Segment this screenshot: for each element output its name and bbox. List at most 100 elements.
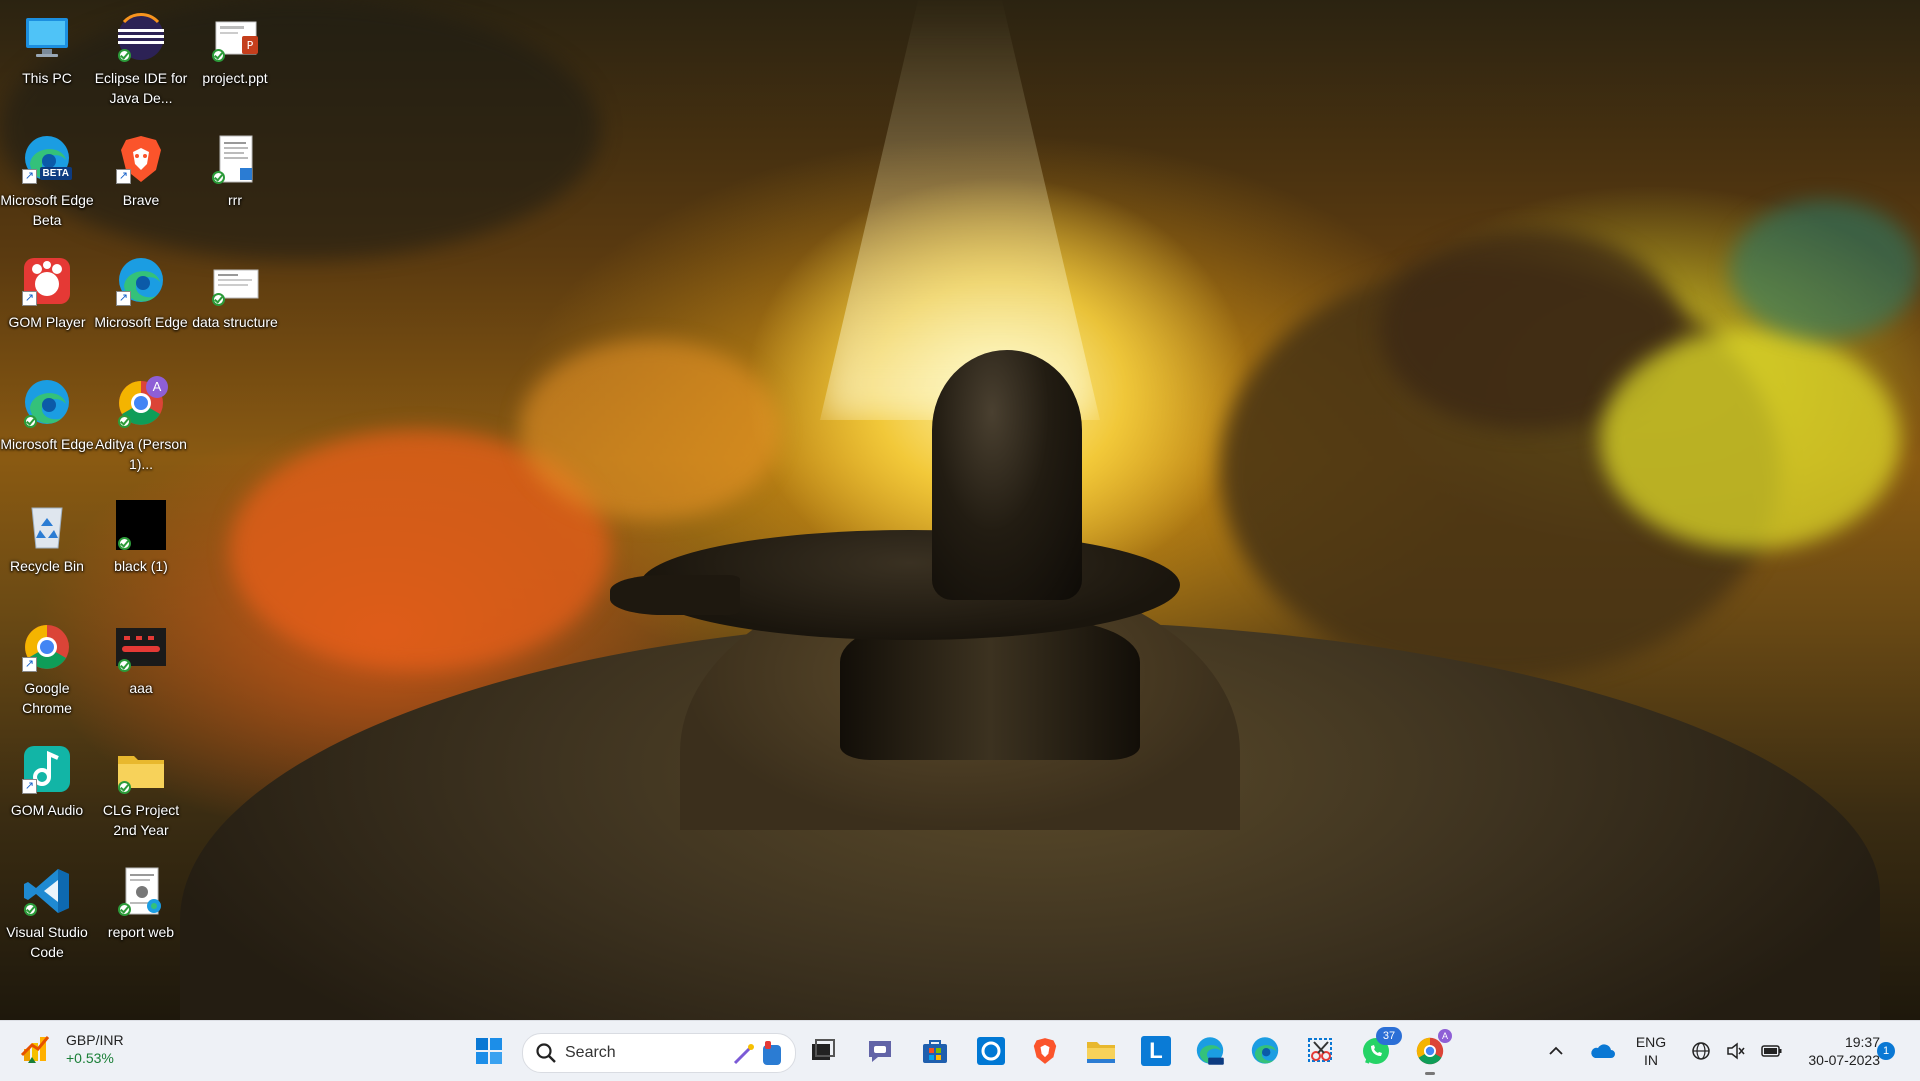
clock-date: 30-07-2023 xyxy=(1808,1052,1880,1068)
icon-label: Eclipse IDE for Java De... xyxy=(94,70,188,106)
edge-beta-icon xyxy=(1196,1037,1224,1065)
sync-status-icon xyxy=(212,171,225,184)
whatsapp-unread-badge: 37 xyxy=(1376,1027,1402,1045)
show-hidden-icons-button[interactable] xyxy=(1542,1031,1570,1071)
eclipse-icon xyxy=(116,12,166,62)
icon-label: Microsoft Edge xyxy=(94,314,188,330)
microsoft-store-button[interactable] xyxy=(915,1031,955,1071)
sync-status-icon xyxy=(212,49,225,62)
task-view-icon xyxy=(812,1039,835,1060)
cortana-icon xyxy=(977,1037,1005,1065)
desktop-icon-vscode[interactable]: Visual Studio Code xyxy=(0,858,94,962)
icon-label: black (1) xyxy=(114,558,168,574)
edge-icon xyxy=(1251,1037,1279,1064)
icon-label: GOM Audio xyxy=(10,802,84,818)
running-indicator xyxy=(1425,1072,1435,1075)
teams-chat-button[interactable] xyxy=(860,1031,900,1071)
desktop-icon-this-pc[interactable]: This PC xyxy=(0,4,94,88)
snipping-tool-button[interactable] xyxy=(1301,1031,1341,1071)
widget-pair: GBP/INR xyxy=(66,1032,124,1048)
desktop-icon-black-1[interactable]: black (1) xyxy=(94,492,188,576)
edge-icon xyxy=(22,378,72,428)
icon-label: Visual Studio Code xyxy=(6,924,88,960)
desktop-icon-aaa[interactable]: aaa xyxy=(94,614,188,698)
edge-icon: ↗ xyxy=(116,256,166,306)
desktop-icon-microsoft-edge[interactable]: Microsoft Edge xyxy=(0,370,94,454)
icon-label: Brave xyxy=(122,192,160,208)
clock-button[interactable]: 19:37 30-07-2023 xyxy=(1780,1031,1880,1071)
sync-status-icon xyxy=(118,537,131,550)
document-icon xyxy=(210,256,260,306)
chrome-profile-avatar: A xyxy=(1438,1029,1452,1043)
desktop-icon-gom-player[interactable]: ↗ GOM Player xyxy=(0,248,94,332)
chrome-taskbar-button[interactable]: A xyxy=(1410,1029,1452,1075)
task-view-button[interactable] xyxy=(803,1031,843,1071)
icon-label: GOM Player xyxy=(8,314,86,330)
desktop-icon-data-structure[interactable]: data structure xyxy=(188,248,282,332)
svg-text:P: P xyxy=(247,39,254,52)
desktop-icon-microsoft-edge-shortcut[interactable]: ↗ Microsoft Edge xyxy=(94,248,188,332)
brave-icon xyxy=(1033,1038,1057,1064)
input-language-button[interactable]: ENG IN xyxy=(1628,1031,1674,1071)
recycle-bin-icon xyxy=(22,500,72,550)
icon-label: Recycle Bin xyxy=(10,558,84,574)
widgets-button[interactable]: GBP/INR +0.53% xyxy=(18,1031,124,1067)
desktop-icon-recycle-bin[interactable]: Recycle Bin xyxy=(0,492,94,576)
gom-audio-icon: ↗ xyxy=(22,744,72,794)
search-highlight-icon xyxy=(733,1041,781,1065)
market-trend-icon xyxy=(18,1031,54,1067)
onedrive-button[interactable] xyxy=(1584,1031,1620,1071)
shortcut-arrow-icon: ↗ xyxy=(116,291,131,306)
desktop-icon-report-web[interactable]: report web xyxy=(94,858,188,942)
this-pc-icon xyxy=(22,12,72,62)
taskbar-search-box[interactable]: Search xyxy=(522,1033,796,1073)
file-explorer-button[interactable] xyxy=(1081,1031,1121,1071)
onedrive-icon xyxy=(1591,1044,1615,1058)
icon-label: project.ppt xyxy=(202,70,268,86)
image-file-icon xyxy=(116,500,166,550)
brave-taskbar-button[interactable] xyxy=(1025,1031,1065,1071)
sync-status-icon xyxy=(118,781,131,794)
shortcut-arrow-icon: ↗ xyxy=(22,779,37,794)
icon-label: Microsoft Edge Beta xyxy=(0,192,94,228)
desktop-icon-edge-beta[interactable]: BETA ↗ Microsoft Edge Beta xyxy=(0,126,94,230)
search-icon xyxy=(536,1043,556,1063)
region-code: IN xyxy=(1644,1052,1658,1068)
sync-status-icon xyxy=(24,415,37,428)
profile-avatar: A xyxy=(146,376,168,398)
sync-status-icon xyxy=(24,903,37,916)
language-code: ENG xyxy=(1635,1034,1667,1050)
desktop-icon-rrr[interactable]: rrr xyxy=(188,126,282,210)
shortcut-arrow-icon: ↗ xyxy=(22,657,37,672)
file-explorer-icon xyxy=(1087,1042,1115,1063)
pdf-file-icon xyxy=(116,866,166,916)
quick-settings-button[interactable] xyxy=(1684,1031,1790,1071)
search-placeholder: Search xyxy=(565,1044,616,1061)
speaker-muted-icon xyxy=(1727,1042,1745,1060)
icon-label: report web xyxy=(107,924,175,940)
start-button[interactable] xyxy=(469,1031,509,1071)
powerpoint-file-icon: P xyxy=(210,12,260,62)
desktop-wallpaper xyxy=(0,0,1920,1020)
snipping-tool-icon xyxy=(1308,1038,1332,1062)
desktop-icon-brave[interactable]: ↗ Brave xyxy=(94,126,188,210)
notifications-button[interactable]: 1 xyxy=(1872,1031,1900,1071)
shortcut-arrow-icon: ↗ xyxy=(22,169,37,184)
desktop-icon-google-chrome[interactable]: ↗ Google Chrome xyxy=(0,614,94,718)
edge-beta-taskbar-button[interactable] xyxy=(1190,1031,1230,1071)
desktop-icon-eclipse[interactable]: Eclipse IDE for Java De... xyxy=(94,4,188,108)
desktop-icon-project-ppt[interactable]: P project.ppt xyxy=(188,4,282,88)
icon-label: This PC xyxy=(22,70,72,86)
whatsapp-button[interactable]: 37 xyxy=(1356,1027,1402,1071)
edge-taskbar-button[interactable] xyxy=(1245,1031,1285,1071)
desktop-icon-gom-audio[interactable]: ↗ GOM Audio xyxy=(0,736,94,820)
l-app-button[interactable]: L xyxy=(1136,1031,1176,1071)
desktop-icon-chrome-profile[interactable]: A Aditya (Person 1)... xyxy=(94,370,188,474)
chrome-profile-icon: A xyxy=(116,376,168,428)
chrome-icon: ↗ xyxy=(22,622,72,672)
desktop-icon-clg-project-folder[interactable]: CLG Project 2nd Year xyxy=(94,736,188,840)
document-icon xyxy=(210,134,260,184)
icon-label: Google Chrome xyxy=(22,680,72,716)
sync-status-icon xyxy=(118,49,131,62)
cortana-button[interactable] xyxy=(971,1031,1011,1071)
